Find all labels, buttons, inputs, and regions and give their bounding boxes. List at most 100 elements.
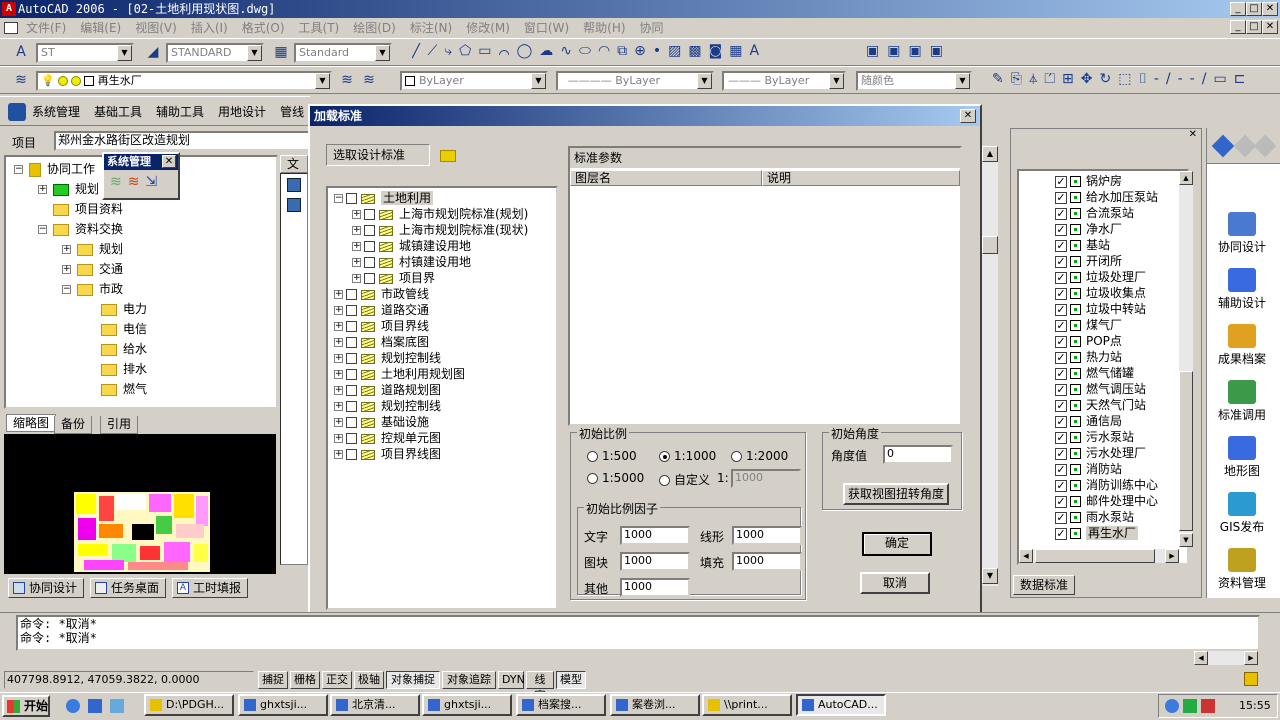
collapse-icon[interactable]: − — [38, 225, 47, 234]
checkbox-checked-icon[interactable]: ✓ — [1055, 511, 1067, 524]
mtext-icon[interactable]: A — [749, 43, 766, 59]
plugin-menu-item[interactable]: 基础工具 — [94, 105, 142, 119]
status-toggle-button[interactable]: 栅格 — [290, 671, 320, 689]
layer-list-item[interactable]: ✓ 再生水厂 — [1055, 525, 1139, 541]
tab-collab-design[interactable]: 协同设计 — [8, 578, 85, 598]
menu-item[interactable]: 窗口(W) — [524, 21, 569, 35]
doc-minimize-button[interactable]: _ — [1230, 20, 1246, 34]
arrange-icon[interactable]: ▣ — [908, 43, 929, 59]
checkbox-checked-icon[interactable]: ✓ — [1055, 463, 1067, 476]
checkbox-checked-icon[interactable]: ✓ — [1055, 175, 1067, 188]
ellipse-arc-icon[interactable]: ◠ — [598, 43, 617, 59]
taskbar-task-button[interactable]: 档案搜... — [516, 694, 606, 716]
minimize-button[interactable]: _ — [1230, 2, 1246, 16]
layer-list-item[interactable]: ✓ 开闭所 — [1055, 253, 1122, 269]
checkbox[interactable] — [364, 273, 375, 284]
layer-list-item[interactable]: ✓ 邮件处理中心 — [1055, 493, 1158, 509]
extend-icon[interactable]: -/ — [1190, 71, 1214, 87]
expand-icon[interactable]: + — [334, 450, 343, 459]
custom-scale-input[interactable]: 1000 — [731, 469, 801, 488]
layer-list-item[interactable]: ✓ 污水处理厂 — [1055, 445, 1146, 461]
layer-manager-icon[interactable]: ≋ — [12, 71, 30, 89]
checkbox[interactable] — [346, 305, 357, 316]
tree-node[interactable]: 项目资料 — [38, 199, 123, 219]
checkbox-checked-icon[interactable]: ✓ — [1055, 415, 1067, 428]
rectangle-icon[interactable]: ▭ — [478, 43, 498, 59]
tree-node[interactable]: + 规划 — [38, 179, 99, 199]
checkbox[interactable] — [346, 433, 357, 444]
checkbox[interactable] — [364, 241, 375, 252]
hatch-icon[interactable]: ▨ — [668, 43, 688, 59]
expand-icon[interactable]: + — [334, 418, 343, 427]
plugin-menu-item[interactable]: 管线 — [280, 105, 304, 119]
standard-tree-node[interactable]: + 上海市规划院标准(规划) — [352, 206, 528, 222]
checkbox-checked-icon[interactable]: ✓ — [1055, 351, 1067, 364]
right-tool-item[interactable]: 辅助设计 — [1207, 268, 1277, 311]
expand-icon[interactable]: + — [352, 258, 361, 267]
checkbox[interactable] — [346, 193, 357, 204]
menu-item[interactable]: 文件(F) — [26, 21, 66, 35]
scale-option-2000[interactable]: 1:2000 — [731, 449, 788, 463]
cascade-icon[interactable]: ▣ — [887, 43, 908, 59]
status-toggle-button[interactable]: DYN — [498, 671, 525, 689]
checkbox[interactable] — [346, 385, 357, 396]
checkbox-checked-icon[interactable]: ✓ — [1055, 319, 1067, 332]
scale-option-custom[interactable]: 自定义 — [659, 471, 710, 488]
drawing-vscroll[interactable]: ▲ ▼ — [982, 146, 998, 586]
tree-node[interactable]: 电力 — [86, 299, 147, 319]
layer-list-item[interactable]: ✓ 燃气储罐 — [1055, 365, 1134, 381]
trim-icon[interactable]: -/- — [1154, 71, 1190, 87]
checkbox-checked-icon[interactable]: ✓ — [1055, 383, 1067, 396]
layer-list-vscroll[interactable]: ▲ ▼ — [1179, 171, 1193, 547]
layer-previous-icon[interactable]: ≋ — [360, 71, 378, 89]
checkbox-checked-icon[interactable]: ✓ — [1055, 335, 1067, 348]
tree-node[interactable]: 电信 — [86, 319, 147, 339]
table-style-combo[interactable]: Standard ▼ — [294, 43, 392, 63]
collapse-icon[interactable]: − — [334, 194, 343, 203]
checkbox[interactable] — [346, 417, 357, 428]
stretch-icon[interactable]: ⌷ — [1138, 71, 1153, 87]
standard-tree-node[interactable]: + 规划控制线 — [334, 398, 441, 414]
expand-icon[interactable]: + — [352, 210, 361, 219]
pline-icon[interactable]: ⤷ — [444, 43, 459, 59]
expand-icon[interactable]: + — [38, 185, 47, 194]
circle-icon[interactable]: ◯ — [517, 43, 540, 59]
standard-tree-node[interactable]: + 道路规划图 — [334, 382, 441, 398]
dim-style-icon[interactable]: ◢ — [144, 43, 162, 61]
standard-tree-node[interactable]: − 土地利用 — [334, 190, 434, 206]
dialog-close-button[interactable]: ✕ — [960, 109, 976, 123]
cancel-button[interactable]: 取消 — [860, 572, 930, 594]
standard-tree-node[interactable]: + 上海市规划院标准(现状) — [352, 222, 528, 238]
tab-reference[interactable]: 引用 — [100, 416, 139, 434]
command-hscroll[interactable]: ◀ ▶ — [1194, 651, 1258, 665]
checkbox-checked-icon[interactable]: ✓ — [1055, 431, 1067, 444]
taskbar-task-button[interactable]: AutoCAD... — [796, 694, 886, 716]
outlook-icon[interactable] — [88, 699, 102, 713]
menu-item[interactable]: 编辑(E) — [80, 21, 121, 35]
standard-tree-node[interactable]: + 土地利用规划图 — [334, 366, 465, 382]
layer-list-item[interactable]: ✓ 垃圾中转站 — [1055, 301, 1146, 317]
start-button[interactable]: 开始 — [2, 695, 50, 717]
mirror-icon[interactable]: ⏃ — [1029, 71, 1044, 87]
make-current-icon[interactable]: ≋ — [338, 71, 356, 89]
layer-list-item[interactable]: ✓ 燃气调压站 — [1055, 381, 1146, 397]
taskbar-task-button[interactable]: 案卷浏... — [610, 694, 700, 716]
expand-icon[interactable]: + — [334, 322, 343, 331]
break-icon[interactable]: ▭ — [1213, 71, 1233, 87]
menu-item[interactable]: 格式(O) — [242, 21, 285, 35]
stack-delete-icon[interactable]: ≋ — [128, 174, 146, 190]
make-block-icon[interactable]: ⊕ — [634, 43, 653, 59]
line-factor-input[interactable]: 1000 — [732, 526, 802, 545]
expand-icon[interactable]: + — [62, 245, 71, 254]
array-icon[interactable]: ⊞ — [1062, 71, 1081, 87]
checkbox-checked-icon[interactable]: ✓ — [1055, 271, 1067, 284]
right-tool-item[interactable]: 成果档案 — [1207, 324, 1277, 367]
plugin-menu-item[interactable]: 用地设计 — [218, 105, 266, 119]
tree-node[interactable]: 排水 — [86, 359, 147, 379]
insert-block-icon[interactable]: ⧉ — [617, 43, 634, 59]
standard-tree-node[interactable]: + 项目界线图 — [334, 446, 441, 462]
window-icon[interactable]: ▣ — [930, 43, 951, 59]
expand-icon[interactable]: + — [334, 354, 343, 363]
layer-list-item[interactable]: ✓ 雨水泵站 — [1055, 509, 1134, 525]
standard-tree-node[interactable]: + 基础设施 — [334, 414, 429, 430]
